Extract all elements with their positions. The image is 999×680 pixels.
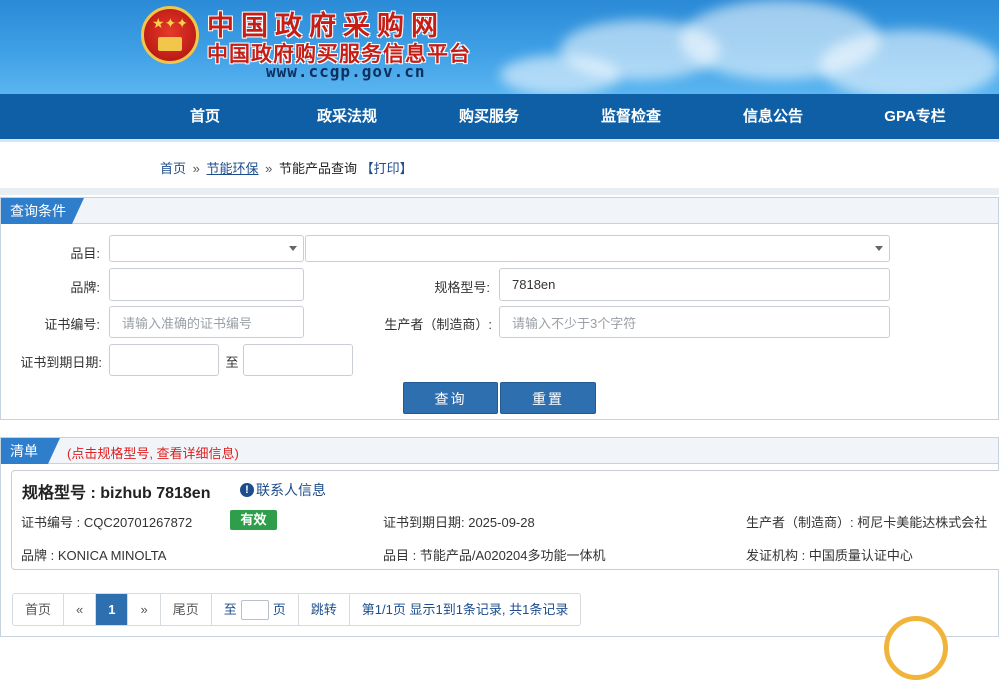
model-input[interactable]: 7818en: [499, 268, 890, 301]
cert-number-value: 证书编号 : CQC20701267872: [21, 515, 193, 530]
expiry-date-label: 证书到期日期:: [20, 355, 102, 370]
list-panel-header: 清单 (点击规格型号, 查看详细信息): [1, 438, 998, 464]
contact-info-link[interactable]: ! 联系人信息: [240, 480, 326, 500]
nav-item-regulations[interactable]: 政采法规: [276, 94, 418, 139]
breadcrumb-separator: »: [192, 161, 200, 176]
query-panel-title: 查询条件: [1, 198, 84, 224]
goto-page-input[interactable]: [240, 599, 269, 620]
print-link[interactable]: 【打印】: [361, 161, 413, 176]
cert-number-input[interactable]: 请输入准确的证书编号: [109, 306, 304, 338]
section-divider: [0, 188, 999, 195]
category-value: 品目 : 节能产品/A020204多功能一体机: [383, 548, 606, 563]
brand-input[interactable]: [109, 268, 304, 301]
nav-item-gpa[interactable]: GPA专栏: [844, 94, 986, 139]
pagination: 首页 « 1 » 尾页 至 页 跳转 第1/1页 显示1到1条记录, 共1条记录: [12, 593, 582, 626]
floating-widget-icon[interactable]: [884, 616, 948, 680]
brand-value: 品牌 : KONICA MINOLTA: [21, 548, 167, 563]
expiry-date-to-input[interactable]: [243, 344, 353, 376]
expiry-date-from-input[interactable]: [109, 344, 219, 376]
nav-item-announcements[interactable]: 信息公告: [702, 94, 844, 139]
category-select-secondary[interactable]: [305, 235, 890, 262]
contact-info-label: 联系人信息: [256, 482, 326, 498]
jump-button[interactable]: 跳转: [299, 594, 350, 625]
nav-divider: [0, 139, 999, 142]
page-next[interactable]: »: [128, 594, 161, 625]
chevron-down-icon: [289, 246, 297, 251]
site-url: www.ccgp.gov.cn: [266, 62, 426, 81]
breadcrumb-separator: »: [265, 161, 273, 176]
category-select-primary[interactable]: [109, 235, 304, 262]
result-card: 规格型号 : bizhub 7818en ! 联系人信息 证书编号 : CQC2…: [11, 470, 999, 570]
manufacturer-input[interactable]: 请输入不少于3个字符: [499, 306, 890, 338]
goto-suffix: 页: [272, 602, 286, 617]
page-summary: 第1/1页 显示1到1条记录, 共1条记录: [361, 602, 569, 617]
chevron-down-icon: [875, 246, 883, 251]
expiry-date-to-label: 至: [225, 355, 239, 370]
expiry-value: 证书到期日期: 2025-09-28: [383, 515, 535, 530]
status-badge: 有效: [230, 510, 277, 530]
manufacturer-value: 生产者（制造商）: 柯尼卡美能达株式会社: [746, 515, 988, 530]
goto-prefix: 至: [223, 602, 237, 617]
banner-cloud: [500, 55, 620, 94]
model-label: 规格型号:: [434, 280, 490, 295]
banner-cloud: [820, 30, 999, 94]
list-hint: (点击规格型号, 查看详细信息): [67, 446, 239, 461]
site-banner: ★✦✦ 中国政府采购网 中国政府购买服务信息平台 www.ccgp.gov.cn: [0, 0, 999, 94]
search-button[interactable]: 查询: [403, 382, 498, 414]
query-panel-header: 查询条件: [1, 198, 998, 224]
national-emblem-icon: ★✦✦: [141, 6, 199, 64]
page-current[interactable]: 1: [96, 594, 129, 625]
issuer-value: 发证机构 : 中国质量认证中心: [746, 548, 913, 563]
page-first[interactable]: 首页: [13, 594, 65, 625]
nav-item-purchase-services[interactable]: 购买服务: [418, 94, 560, 139]
manufacturer-label: 生产者（制造商）:: [384, 317, 492, 332]
breadcrumb: 首页 » 节能环保 » 节能产品查询 【打印】: [160, 158, 413, 177]
page-goto: 至 页: [212, 594, 299, 625]
breadcrumb-home[interactable]: 首页: [160, 161, 186, 176]
page-prev[interactable]: «: [64, 594, 97, 625]
breadcrumb-energy[interactable]: 节能环保: [207, 161, 259, 176]
result-model-link[interactable]: 规格型号 : bizhub 7818en: [22, 479, 210, 503]
brand-label: 品牌:: [70, 280, 100, 295]
reset-button[interactable]: 重置: [500, 382, 596, 414]
breadcrumb-current: 节能产品查询: [279, 161, 358, 176]
page-last[interactable]: 尾页: [161, 594, 212, 625]
cert-number-label: 证书编号:: [44, 317, 100, 332]
info-icon: !: [240, 483, 254, 497]
main-nav: 首页 政采法规 购买服务 监督检查 信息公告 GPA专栏: [0, 94, 999, 139]
category-label: 品目:: [70, 246, 100, 261]
list-panel-title: 清单: [1, 438, 60, 464]
nav-item-home[interactable]: 首页: [134, 94, 276, 139]
nav-item-supervision[interactable]: 监督检查: [560, 94, 702, 139]
